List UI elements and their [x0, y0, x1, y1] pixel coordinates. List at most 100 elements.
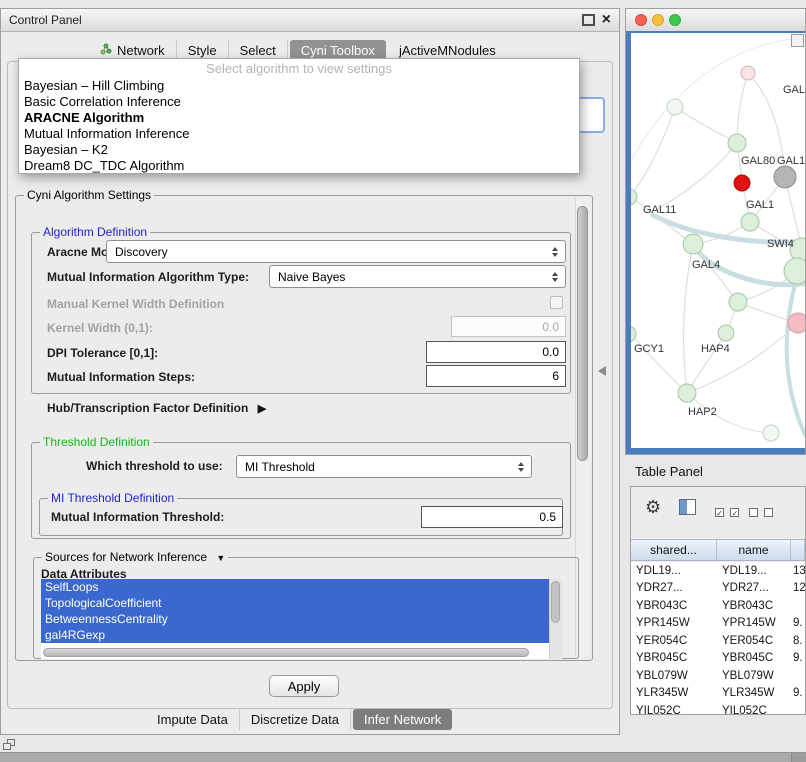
network-edge — [737, 73, 748, 143]
column-header-shared[interactable]: shared... — [631, 540, 717, 560]
algorithm-dropdown-popup: Select algorithm to view settings Bayesi… — [18, 58, 580, 174]
column-header-col2[interactable] — [791, 540, 805, 560]
network-window-titlebar — [626, 9, 805, 32]
control-panel-window: Control Panel × NetworkStyleSelectCyni T… — [0, 8, 620, 735]
table-cell: YDR27... — [631, 580, 717, 598]
navigator-button[interactable] — [791, 34, 804, 47]
node-label-gal: GAL — [783, 84, 805, 96]
algorithm-option-dream8-dc-tdc-algorithm[interactable]: Dream8 DC_TDC Algorithm — [19, 158, 579, 174]
network-node[interactable] — [678, 384, 696, 402]
table-cell: YPR145W — [631, 615, 717, 633]
tab-discretize-data[interactable]: Discretize Data — [240, 709, 351, 730]
table-row[interactable]: YDL19...YDL19...13 — [631, 562, 805, 580]
table-header-row: shared...name — [631, 539, 805, 561]
gear-icon[interactable]: ⚙ — [645, 497, 661, 518]
desktop: Control Panel × NetworkStyleSelectCyni T… — [0, 0, 806, 762]
network-node[interactable] — [763, 425, 779, 441]
checkbox-checked-icon: ✓ — [715, 508, 724, 517]
tab-label: Cyni Toolbox — [301, 43, 375, 58]
traffic-lights — [626, 14, 681, 26]
network-node[interactable] — [729, 293, 747, 311]
network-view-frame: GALGAL80GAL10GAL11GAL1SWI4GAL4GCY1HAP4HA… — [626, 31, 805, 454]
bottom-bar-corner — [791, 753, 806, 762]
network-edge — [787, 274, 805, 435]
algorithm-option-bayesian-k2[interactable]: Bayesian – K2 — [19, 142, 579, 158]
table-cell: YBL079W — [717, 667, 791, 685]
select-all-columns-button[interactable]: ✓ ✓ — [715, 504, 741, 522]
tab-label: Impute Data — [157, 712, 228, 727]
tab-infer-network[interactable]: Infer Network — [353, 709, 452, 730]
algorithm-option-mutual-information-inference[interactable]: Mutual Information Inference — [19, 126, 579, 142]
network-node[interactable] — [631, 189, 637, 205]
network-edge — [631, 107, 675, 196]
bottom-bar — [0, 752, 806, 762]
network-node[interactable] — [774, 166, 796, 188]
checkbox-checked-icon: ✓ — [730, 508, 739, 517]
node-label-gal10: GAL10 — [777, 155, 805, 167]
tab-label: Network — [117, 43, 165, 58]
float-window-icon[interactable] — [582, 14, 595, 26]
window-controls: × — [582, 14, 619, 26]
network-edge — [675, 107, 737, 143]
table-cell: 12 — [791, 580, 805, 598]
network-node[interactable] — [741, 213, 759, 231]
network-edge — [688, 333, 726, 391]
close-window-icon[interactable]: × — [602, 14, 611, 26]
table-cell: YDR27... — [717, 580, 791, 598]
table-cell: YBR043C — [717, 597, 791, 615]
network-edge — [689, 323, 798, 392]
restore-panel-icon[interactable] — [3, 739, 16, 751]
table-cell — [791, 667, 805, 685]
node-label-hap4: HAP4 — [701, 343, 730, 355]
control-panel-bottom-tabs: Impute Data Discretize Data Infer Network — [146, 708, 454, 730]
table-cell — [791, 597, 805, 615]
table-cell: YER054C — [631, 632, 717, 650]
algorithm-option-aracne-algorithm[interactable]: ARACNE Algorithm — [19, 110, 579, 126]
columns-icon[interactable] — [679, 499, 696, 515]
table-row[interactable]: YIL052CYIL052C — [631, 702, 805, 714]
checkbox-unchecked-icon — [764, 508, 773, 517]
column-header-name[interactable]: name — [717, 540, 791, 560]
table-cell: YBR043C — [631, 597, 717, 615]
unselect-all-columns-button[interactable] — [749, 504, 775, 522]
algorithm-option-basic-correlation-inference[interactable]: Basic Correlation Inference — [19, 94, 579, 110]
tab-impute-data[interactable]: Impute Data — [146, 709, 240, 730]
network-node[interactable] — [667, 99, 683, 115]
close-traffic-light[interactable] — [635, 14, 647, 26]
network-node[interactable] — [788, 313, 805, 333]
window-title: Control Panel — [1, 13, 82, 27]
table-row[interactable]: YLR345WYLR345W9. — [631, 685, 805, 703]
network-node[interactable] — [734, 175, 750, 191]
node-label-gal1: GAL1 — [746, 199, 774, 211]
node-label-gal80: GAL80 — [741, 155, 775, 167]
node-label-gcy1: GCY1 — [634, 343, 664, 355]
table-cell: YER054C — [717, 632, 791, 650]
table-panel-title: Table Panel — [635, 464, 703, 479]
zoom-traffic-light[interactable] — [669, 14, 681, 26]
tab-label: Style — [188, 43, 217, 58]
table-cell: 9. — [791, 685, 805, 703]
tab-label: Infer Network — [364, 712, 441, 727]
table-panel-window: ⚙ ✓ ✓ shared...name YDL19...YDL19...13YD… — [630, 486, 806, 715]
network-node[interactable] — [683, 234, 703, 254]
tab-label: Discretize Data — [251, 712, 339, 727]
algorithm-option-bayesian-hill-climbing[interactable]: Bayesian – Hill Climbing — [19, 78, 579, 94]
table-row[interactable]: YBR045CYBR045C9. — [631, 650, 805, 668]
network-node[interactable] — [784, 258, 805, 284]
node-label-gal4: GAL4 — [692, 259, 720, 271]
network-node[interactable] — [741, 66, 755, 80]
minimize-traffic-light[interactable] — [652, 14, 664, 26]
table-cell: YIL052C — [717, 702, 791, 714]
network-node[interactable] — [728, 134, 746, 152]
panel-splitter-arrow[interactable] — [598, 366, 606, 376]
network-canvas[interactable]: GALGAL80GAL10GAL11GAL1SWI4GAL4GCY1HAP4HA… — [631, 33, 805, 448]
table-cell: YBR045C — [717, 650, 791, 668]
network-node[interactable] — [718, 325, 734, 341]
table-cell: 8. — [791, 632, 805, 650]
table-row[interactable]: YER054CYER054C8. — [631, 632, 805, 650]
table-row[interactable]: YPR145WYPR145W9. — [631, 615, 805, 633]
table-row[interactable]: YDR27...YDR27...12 — [631, 580, 805, 598]
table-row[interactable]: YBL079WYBL079W — [631, 667, 805, 685]
table-cell: 9. — [791, 650, 805, 668]
table-row[interactable]: YBR043CYBR043C — [631, 597, 805, 615]
